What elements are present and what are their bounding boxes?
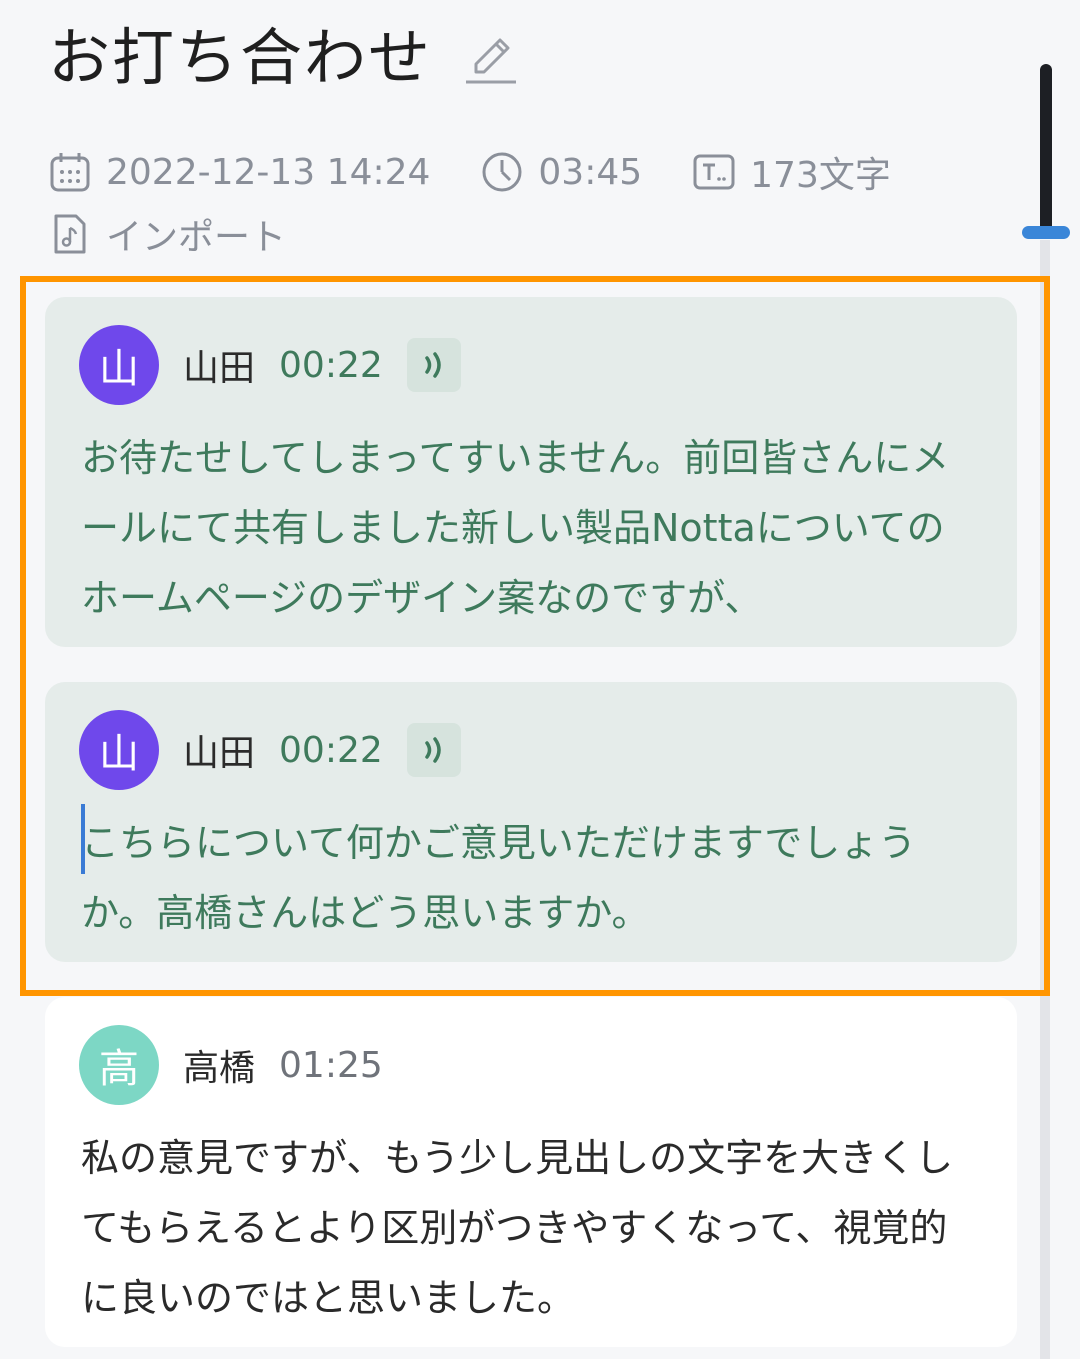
date-text: 2022-12-13 14:24 bbox=[106, 151, 431, 193]
clock-icon bbox=[482, 152, 522, 192]
highlight-frame bbox=[20, 276, 1050, 996]
meta-row: 2022-12-13 14:24 03:45 173文字 bbox=[48, 146, 941, 198]
meta-char-count: 173文字 bbox=[692, 146, 891, 198]
audio-file-icon bbox=[54, 214, 86, 254]
transcript-text[interactable]: 私の意見ですが、もう少し見出しの文字を大きくしてもらえるとより区別がつきやすくな… bbox=[81, 1123, 981, 1333]
meta-row-source: インポート bbox=[48, 208, 336, 260]
transcript-block[interactable]: 高 高橋 01:25 私の意見ですが、もう少し見出しの文字を大きくしてもらえると… bbox=[45, 997, 1017, 1347]
transcript-header: 高 高橋 01:25 bbox=[79, 1025, 383, 1105]
text-count-icon bbox=[693, 154, 735, 190]
timestamp[interactable]: 01:25 bbox=[279, 1045, 383, 1086]
char-count-text: 173文字 bbox=[750, 155, 891, 196]
title-row: お打ち合わせ bbox=[48, 18, 522, 98]
page-title: お打ち合わせ bbox=[48, 21, 433, 94]
calendar-icon bbox=[50, 153, 90, 192]
pencil-icon[interactable] bbox=[462, 28, 522, 88]
meta-date: 2022-12-13 14:24 bbox=[48, 150, 430, 194]
source-text: インポート bbox=[106, 217, 287, 258]
meta-source: インポート bbox=[48, 208, 286, 260]
avatar: 高 bbox=[79, 1025, 159, 1105]
meta-duration: 03:45 bbox=[480, 150, 642, 194]
speaker-name: 高橋 bbox=[183, 1048, 256, 1089]
scrollbar-thumb[interactable] bbox=[1022, 226, 1070, 239]
duration-text: 03:45 bbox=[538, 151, 643, 193]
scrollbar-progress[interactable] bbox=[1040, 64, 1052, 234]
